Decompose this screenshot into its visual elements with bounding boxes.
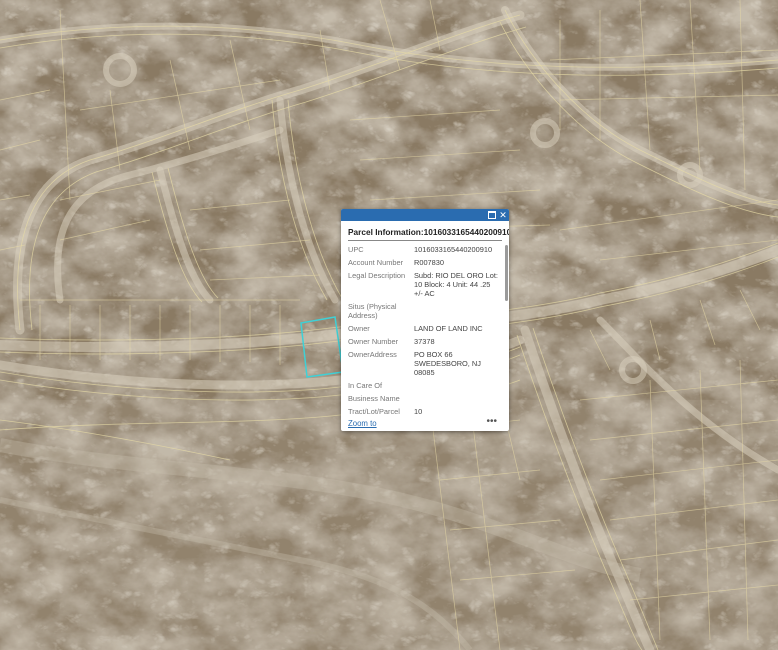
attribute-row: Owner LAND OF LAND INC bbox=[348, 324, 500, 337]
popup-header: ✕ bbox=[341, 209, 509, 221]
attribute-value: 1016033165440200910 bbox=[414, 245, 493, 254]
attribute-value bbox=[414, 381, 500, 394]
attribute-label: OwnerAddress bbox=[348, 350, 397, 359]
popup-footer: Zoom to ••• bbox=[341, 416, 509, 431]
more-options-icon[interactable]: ••• bbox=[486, 416, 497, 427]
popup-title: Parcel Information:1016033165440200910 bbox=[348, 227, 509, 237]
attribute-label: Legal Description bbox=[348, 271, 406, 280]
attribute-label: In Care Of bbox=[348, 381, 383, 390]
attribute-value: R007830 bbox=[414, 258, 444, 267]
close-icon[interactable]: ✕ bbox=[498, 210, 508, 220]
popup-scrollbar[interactable] bbox=[505, 245, 508, 301]
attribute-row: In Care Of bbox=[348, 381, 500, 394]
attribute-value bbox=[414, 302, 500, 324]
attribute-row: Tract/Lot/Parcel 10 bbox=[348, 407, 500, 417]
attribute-value: 37378 bbox=[414, 337, 435, 346]
attribute-row: UPC 1016033165440200910 bbox=[348, 245, 500, 258]
attribute-row: Owner Number 37378 bbox=[348, 337, 500, 350]
attribute-row: Account Number R007830 bbox=[348, 258, 500, 271]
attribute-row: Business Name bbox=[348, 394, 500, 407]
dock-box bbox=[488, 211, 496, 219]
attribute-label: Owner bbox=[348, 324, 370, 333]
attribute-row: Legal Description Subd: RIO DEL ORO Lot: … bbox=[348, 271, 500, 302]
attribute-label: Owner Number bbox=[348, 337, 399, 346]
attribute-label: Business Name bbox=[348, 394, 400, 403]
attribute-label: Tract/Lot/Parcel bbox=[348, 407, 400, 416]
attribute-value: PO BOX 66 SWEDESBORO, NJ 08085 bbox=[414, 350, 481, 377]
attribute-row: OwnerAddress PO BOX 66 SWEDESBORO, NJ 080… bbox=[348, 350, 500, 381]
attribute-label: Account Number bbox=[348, 258, 404, 267]
zoom-to-link[interactable]: Zoom to bbox=[348, 419, 377, 428]
attribute-row: Situs (Physical Address) bbox=[348, 302, 500, 324]
popup-divider bbox=[348, 240, 502, 241]
attribute-value: LAND OF LAND INC bbox=[414, 324, 483, 333]
attribute-table: UPC 1016033165440200910 Account Number R00… bbox=[348, 245, 500, 417]
attribute-label: UPC bbox=[348, 245, 364, 254]
attribute-label: Situs (Physical Address) bbox=[348, 302, 397, 320]
attribute-value bbox=[414, 394, 500, 407]
parcel-popup: ✕ Parcel Information:1016033165440200910… bbox=[341, 209, 509, 431]
attribute-value: Subd: RIO DEL ORO Lot: 10 Block: 4 Unit:… bbox=[414, 271, 498, 298]
dock-icon[interactable] bbox=[487, 210, 497, 220]
popup-body[interactable]: UPC 1016033165440200910 Account Number R00… bbox=[341, 242, 509, 417]
